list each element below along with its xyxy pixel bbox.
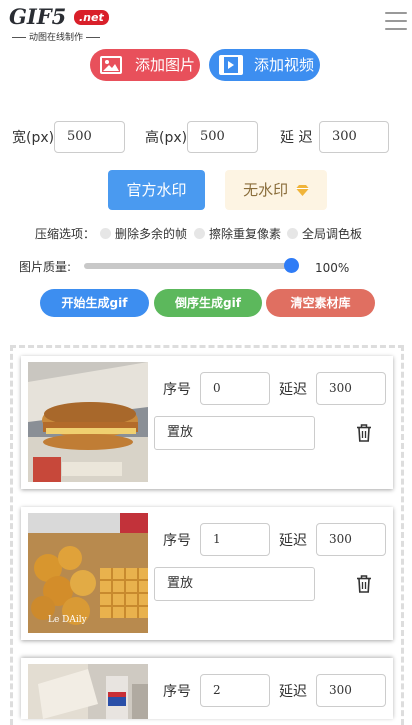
site-header: GIF5 .net 动图在线制作 xyxy=(0,0,412,44)
video-icon xyxy=(219,55,243,75)
width-input[interactable]: 500 xyxy=(54,121,125,153)
compress-label: 压缩选项： xyxy=(35,227,96,241)
height-input[interactable]: 500 xyxy=(187,121,258,153)
frame-index-input[interactable]: 1 xyxy=(200,523,270,556)
generate-gif-button[interactable]: 开始生成gif xyxy=(40,289,149,317)
frame-mode-select[interactable]: 置放 xyxy=(154,567,315,601)
reverse-gif-button[interactable]: 倒序生成gif xyxy=(154,289,262,317)
frame-index-input[interactable]: 2 xyxy=(200,674,270,707)
option-remove-frames[interactable]: 删除多余的帧 xyxy=(100,226,187,242)
frame-index-input[interactable]: 0 xyxy=(200,372,270,405)
clear-library-button[interactable]: 清空素材库 xyxy=(266,289,375,317)
logo-wordmark: GIF5 xyxy=(9,4,67,29)
frame-delay-input[interactable]: 300 xyxy=(316,523,386,556)
frame-thumbnail xyxy=(28,664,148,719)
frame-mode-select[interactable]: 置放 xyxy=(154,416,315,450)
option-erase-pixels[interactable]: 擦除重复像素 xyxy=(194,226,281,242)
frame-card: 序号 0 延迟 300 置放 xyxy=(21,356,393,489)
add-video-label: 添加视频 xyxy=(254,56,315,74)
frame-thumbnail xyxy=(28,362,148,482)
width-label: 宽(px) xyxy=(12,130,55,146)
delete-frame-icon[interactable] xyxy=(356,575,372,593)
no-watermark-label: 无水印 xyxy=(243,181,289,199)
logo-badge: .net xyxy=(74,10,109,25)
global-palette-checkbox[interactable] xyxy=(287,228,298,239)
quality-slider-track[interactable] xyxy=(84,263,294,269)
frame-index-label: 序号 xyxy=(163,382,191,398)
diamond-icon xyxy=(295,171,309,211)
no-watermark-button[interactable]: 无水印 xyxy=(225,170,327,210)
add-image-button[interactable]: 添加图片 xyxy=(90,49,200,81)
height-label: 高(px) xyxy=(145,130,188,146)
remove-frames-checkbox[interactable] xyxy=(100,228,111,239)
delete-frame-icon[interactable] xyxy=(356,424,372,442)
logo-tagline: 动图在线制作 xyxy=(9,30,103,43)
delay-label: 延 迟 xyxy=(280,130,313,146)
quality-label: 图片质量: xyxy=(19,260,72,274)
erase-pixels-checkbox[interactable] xyxy=(194,228,205,239)
quality-slider-handle[interactable] xyxy=(284,258,299,273)
frame-delay-label: 延迟 xyxy=(279,533,307,549)
frame-delay-label: 延迟 xyxy=(279,684,307,700)
option-global-palette[interactable]: 全局调色板 xyxy=(287,226,362,242)
quality-value: 100% xyxy=(315,261,350,275)
delay-input[interactable]: 300 xyxy=(319,121,389,153)
add-image-label: 添加图片 xyxy=(135,56,196,74)
site-logo[interactable]: GIF5 .net 动图在线制作 xyxy=(9,4,109,43)
image-icon xyxy=(100,56,122,74)
hamburger-menu-icon[interactable] xyxy=(385,12,407,32)
frame-card: Le DAily 序号 1 延迟 300 置放 xyxy=(21,507,393,640)
frame-delay-input[interactable]: 300 xyxy=(316,674,386,707)
add-video-button[interactable]: 添加视频 xyxy=(209,49,320,81)
thumbnail-caption: Le DAily xyxy=(48,615,87,625)
frame-card: 序号 2 延迟 300 xyxy=(21,658,393,719)
frame-delay-label: 延迟 xyxy=(279,382,307,398)
frame-index-label: 序号 xyxy=(163,684,191,700)
frame-thumbnail: Le DAily xyxy=(28,513,148,633)
frame-delay-input[interactable]: 300 xyxy=(316,372,386,405)
frame-index-label: 序号 xyxy=(163,533,191,549)
official-watermark-button[interactable]: 官方水印 xyxy=(108,170,205,210)
